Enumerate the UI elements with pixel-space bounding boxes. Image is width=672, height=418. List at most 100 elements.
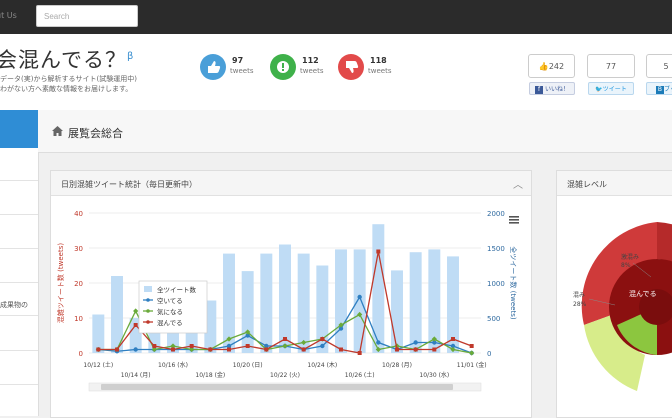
- search-input[interactable]: Search: [36, 5, 138, 27]
- x-tick-label: 11/01 (金): [457, 361, 487, 369]
- facebook-like-button[interactable]: f いいね！: [529, 82, 575, 95]
- sidebar-item-5-label: 成果物の: [0, 301, 28, 309]
- site-title-text: 会混んでる？: [0, 48, 127, 72]
- stat-negative: 118 tweets: [338, 54, 398, 84]
- point-空いてる: [376, 340, 381, 345]
- third-count: 5: [663, 62, 669, 71]
- tweet-stats-panel: 日別混雑ツイート統計（毎日更新中） ︿ 0 10 20 30 40 0 500 1000 150…: [50, 170, 532, 418]
- y-left-tick-label: 0: [79, 350, 83, 358]
- point-混んでる: [357, 351, 362, 355]
- sidebar-item-4[interactable]: [0, 250, 38, 283]
- bar-all-tweets: [297, 253, 310, 353]
- third-count-box: 5: [646, 54, 672, 78]
- y-left-tick-label: 10: [74, 315, 83, 323]
- y-left-axis-label: 混雑ツイート数 (tweets): [56, 243, 65, 323]
- hatena-button[interactable]: Bブッ: [646, 82, 672, 95]
- stat-positive: 97 tweets: [200, 54, 260, 84]
- crowd-level-panel: 混雑レベル 混んでる 激混み 8% 混み 28%: [556, 170, 672, 418]
- sidebar: 成果物の: [0, 110, 39, 416]
- chevron-up-icon[interactable]: ︿: [513, 176, 523, 191]
- stat-negative-value: 118: [370, 56, 387, 65]
- legend-label: 空いてる: [157, 296, 183, 305]
- donut-annotation-2: 混み: [573, 291, 585, 299]
- bar-all-tweets: [335, 249, 347, 353]
- legend-label: 気になる: [157, 307, 183, 316]
- stat-neutral-value: 112: [302, 56, 319, 65]
- beta-mark: β: [126, 51, 135, 62]
- crowd-level-donut: 混んでる 激混み 8% 混み 28%: [573, 222, 672, 391]
- y-left-tick-label: 40: [74, 210, 83, 218]
- stat-positive-value: 97: [232, 56, 244, 65]
- y-right-tick-label: 2000: [487, 210, 505, 218]
- point-混んでる: [376, 249, 381, 254]
- point-混んでる: [227, 347, 231, 352]
- point-気になる: [133, 308, 139, 314]
- x-tick-label: 10/24 (木): [307, 361, 337, 369]
- bar-all-tweets: [353, 249, 366, 353]
- sidebar-item-3[interactable]: [0, 216, 38, 249]
- facebook-like-label: いいね！: [544, 86, 569, 93]
- like-count-box: 👍242: [528, 54, 575, 78]
- point-混んでる: [133, 323, 138, 327]
- tweet-button[interactable]: 🐦ツイート: [588, 82, 634, 95]
- point-混んでる: [339, 347, 343, 352]
- legend-marker: [146, 298, 150, 302]
- thumbs-up-icon: [200, 54, 226, 80]
- y-right-axis-label: 全ツイート数 (tweets): [509, 246, 518, 319]
- legend-swatch: [144, 286, 152, 292]
- x-tick-label: 10/14 (月): [121, 372, 151, 379]
- point-混んでる: [301, 347, 306, 352]
- point-空いてる: [413, 340, 418, 345]
- point-空いてる: [320, 343, 325, 349]
- x-tick-label: 10/30 (水): [419, 371, 449, 379]
- menu-bar: [509, 216, 519, 218]
- x-tick-label: 10/26 (土): [345, 371, 375, 379]
- sidebar-item-5[interactable]: 成果物の: [0, 284, 38, 316]
- sidebar-item-active[interactable]: [0, 110, 38, 148]
- chart-menu-icon[interactable]: [509, 216, 519, 224]
- donut-annotation-1-pct: 8%: [621, 262, 631, 269]
- chart-scrollbar-thumb[interactable]: [101, 384, 453, 390]
- nav-link-about[interactable]: ut Us: [0, 11, 17, 20]
- point-混んでる: [451, 337, 455, 341]
- point-空いてる: [357, 294, 362, 300]
- point-混んでる: [469, 344, 474, 348]
- menu-bar: [509, 219, 519, 221]
- home-icon[interactable]: [52, 126, 63, 139]
- stat-positive-unit: tweets: [230, 67, 254, 75]
- point-混んでる: [320, 337, 325, 341]
- crowd-level-panel-title: 混雑レベル: [567, 180, 607, 189]
- bar-all-tweets: [279, 244, 291, 353]
- y-left-tick-label: 30: [74, 245, 83, 253]
- site-subtitle: データ(実)から解析するサイト(試験運用中) わがない方へ素敵な情報をお届けしま…: [0, 74, 137, 94]
- y-right-tick-label: 1500: [487, 245, 505, 253]
- y-right-tick-label: 500: [487, 315, 500, 323]
- point-気になる: [469, 350, 475, 356]
- tweet-label: ツイート: [602, 86, 627, 93]
- point-空いてる: [133, 347, 138, 352]
- tweet-stats-panel-header: 日別混雑ツイート統計（毎日更新中） ︿: [51, 171, 531, 196]
- point-混んでる: [283, 337, 287, 341]
- sidebar-item-6[interactable]: [0, 318, 38, 351]
- hatena-icon: B: [655, 85, 664, 94]
- point-混んでる: [171, 347, 175, 352]
- point-混んでる: [96, 347, 101, 352]
- legend-label: 混んでる: [157, 318, 183, 327]
- sidebar-item-1[interactable]: [0, 148, 38, 181]
- sidebar-item-2[interactable]: [0, 182, 38, 215]
- crowd-level-panel-header: 混雑レベル: [557, 171, 672, 196]
- top-navbar: ut Us Search: [0, 0, 672, 34]
- stat-neutral: 112 tweets: [270, 54, 330, 84]
- point-混んでる: [115, 347, 119, 352]
- sidebar-item-7[interactable]: [0, 352, 38, 385]
- subtitle-line-1: データ(実)から解析するサイト(試験運用中): [0, 75, 137, 83]
- site-title[interactable]: 会混んでる？β: [0, 44, 134, 74]
- legend-marker: [146, 309, 150, 313]
- x-tick-label: 10/22 (火): [270, 372, 300, 379]
- stat-neutral-unit: tweets: [300, 67, 324, 75]
- y-left-tick-label: 20: [74, 280, 83, 288]
- x-tick-label: 10/28 (月): [382, 362, 412, 369]
- point-混んでる: [152, 344, 157, 348]
- point-混んでる: [264, 347, 269, 352]
- tweet-count: 77: [605, 62, 617, 71]
